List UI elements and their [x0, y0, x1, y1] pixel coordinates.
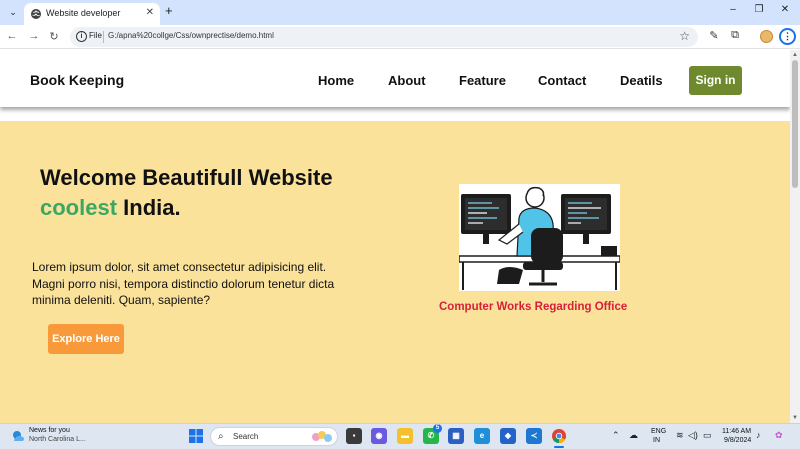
nav-link-deatils[interactable]: Deatils: [620, 73, 663, 88]
taskbar: News for you North Carolina L... ⌕ Searc…: [0, 423, 800, 449]
menu-icon[interactable]: ⋮: [779, 28, 796, 45]
language-region[interactable]: IN: [653, 437, 660, 444]
vscode-icon[interactable]: ≺: [526, 428, 542, 444]
weather-icon[interactable]: [11, 429, 25, 443]
search-icon: ⌕: [218, 431, 224, 442]
task-view-icon[interactable]: ▪: [346, 428, 362, 444]
chevron-up-icon[interactable]: ⌃: [612, 430, 620, 441]
tab-title: Website developer: [46, 8, 121, 18]
windows-start-icon[interactable]: [189, 429, 203, 443]
search-label: Search: [233, 432, 259, 441]
nav-link-feature[interactable]: Feature: [459, 73, 506, 88]
omnibox-divider: [103, 31, 104, 43]
scroll-thumb[interactable]: [792, 60, 798, 188]
chrome-icon[interactable]: [551, 428, 567, 444]
forward-icon[interactable]: →: [28, 30, 40, 42]
store-icon[interactable]: ▦: [448, 428, 464, 444]
explore-button[interactable]: Explore Here: [48, 324, 124, 354]
copilot-tray-icon[interactable]: ✿: [775, 430, 783, 441]
scroll-down-arrow-icon[interactable]: ▼: [790, 413, 800, 423]
info-icon[interactable]: i: [76, 31, 87, 42]
hero-title-accent: coolest: [40, 195, 118, 220]
volume-icon[interactable]: ◁): [688, 430, 698, 441]
image-caption: Computer Works Regarding Office: [439, 301, 628, 313]
nav-link-about[interactable]: About: [388, 73, 426, 88]
profile-avatar[interactable]: [760, 30, 773, 43]
news-widget-title[interactable]: News for you: [29, 427, 70, 434]
globe-icon: [31, 9, 41, 19]
browser-toolbar: ← → ↻ i File G:/apna%20collge/Css/ownpre…: [0, 25, 800, 49]
url-text[interactable]: G:/apna%20collge/Css/ownprectise/demo.ht…: [108, 31, 274, 40]
window-close-icon[interactable]: ✕: [778, 4, 792, 15]
whatsapp-badge: 5: [433, 424, 442, 433]
new-tab-button[interactable]: +: [165, 3, 173, 18]
minimize-icon[interactable]: –: [726, 4, 740, 15]
site-navbar: Book Keeping Home About Feature Contact …: [0, 50, 790, 107]
file-scheme-label: File: [89, 31, 102, 40]
brand-logo[interactable]: Book Keeping: [30, 72, 124, 88]
notification-bell-icon[interactable]: ♪: [756, 430, 761, 440]
hero-title: Welcome Beautifull Website coolest India…: [40, 163, 333, 223]
file-explorer-icon[interactable]: ▬: [397, 428, 413, 444]
hero-section: Welcome Beautifull Website coolest India…: [0, 121, 790, 423]
reload-icon[interactable]: ↻: [48, 30, 60, 43]
nav-link-home[interactable]: Home: [318, 73, 354, 88]
sign-in-button[interactable]: Sign in: [689, 66, 742, 95]
nav-link-contact[interactable]: Contact: [538, 73, 586, 88]
news-widget-subtitle[interactable]: North Carolina L...: [29, 436, 86, 443]
page-viewport: Book Keeping Home About Feature Contact …: [0, 50, 790, 423]
language-indicator[interactable]: ENG: [651, 428, 666, 435]
extensions-icon[interactable]: ⧉: [728, 29, 742, 42]
chat-icon[interactable]: ◉: [371, 428, 387, 444]
edge-icon[interactable]: e: [474, 428, 490, 444]
battery-icon[interactable]: ▭: [703, 430, 712, 441]
hero-description: Lorem ipsum dolor, sit amet consectetur …: [32, 260, 335, 307]
tab-search-icon[interactable]: ⌄: [6, 5, 20, 19]
wifi-icon[interactable]: ≋: [676, 430, 684, 441]
active-app-indicator: [554, 446, 564, 448]
taskbar-search[interactable]: ⌕ Search: [210, 427, 338, 446]
search-highlight-icon: [312, 431, 332, 442]
page-scrollbar[interactable]: ▲ ▼: [790, 50, 800, 423]
tab-strip: ⌄ Website developer ✕ + – ❐ ✕: [0, 0, 800, 25]
whatsapp-icon[interactable]: ✆ 5: [423, 424, 442, 444]
eyedropper-icon[interactable]: ✎: [707, 29, 721, 42]
computer-work-illustration: [459, 184, 620, 291]
clock-time[interactable]: 11:46 AM: [722, 428, 751, 435]
copilot-icon[interactable]: ◆: [500, 428, 516, 444]
star-icon[interactable]: ☆: [679, 29, 690, 43]
back-icon[interactable]: ←: [6, 30, 18, 42]
browser-tab[interactable]: Website developer ✕: [24, 3, 160, 25]
close-icon[interactable]: ✕: [146, 7, 154, 18]
clock-date[interactable]: 9/8/2024: [724, 437, 751, 444]
address-bar[interactable]: i File G:/apna%20collge/Css/ownprectise/…: [70, 27, 698, 47]
scroll-up-arrow-icon[interactable]: ▲: [790, 50, 800, 60]
onedrive-icon[interactable]: ☁: [629, 430, 638, 441]
hero-title-line1: Welcome Beautifull Website: [40, 165, 333, 190]
restore-icon[interactable]: ❐: [752, 4, 766, 15]
hero-title-rest: India.: [117, 195, 181, 220]
